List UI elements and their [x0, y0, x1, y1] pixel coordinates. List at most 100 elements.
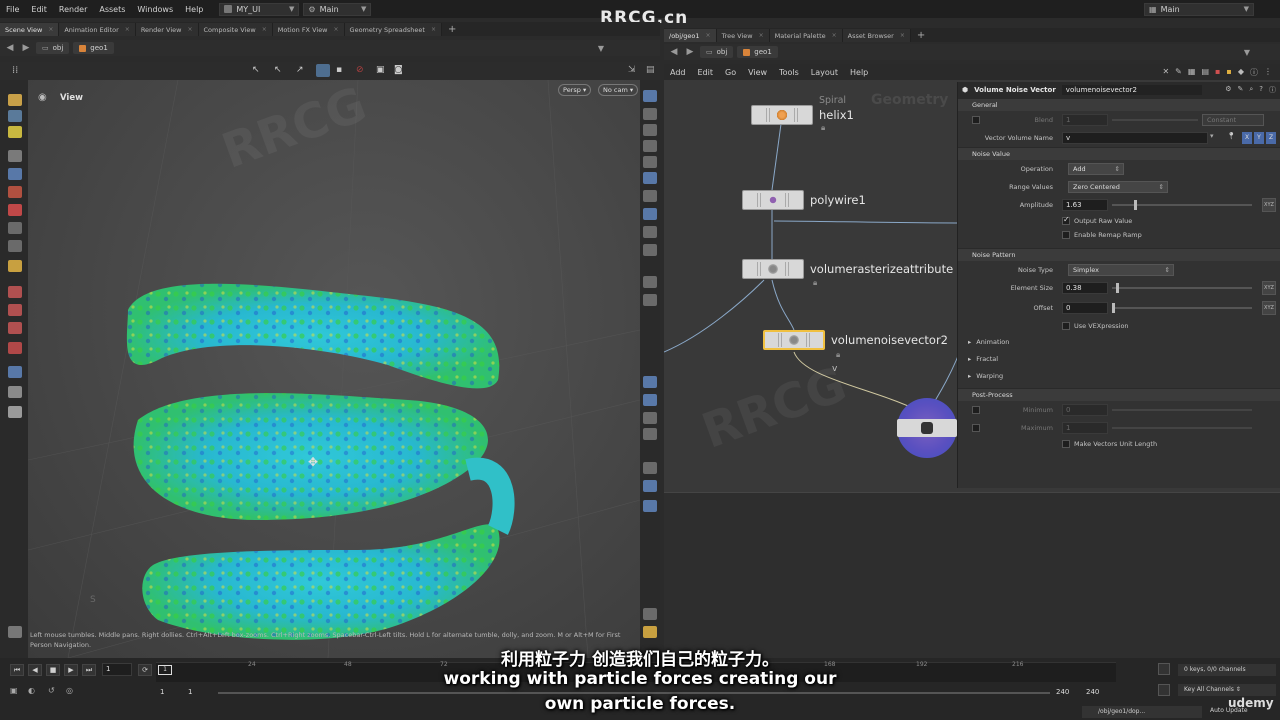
- info-icon[interactable]: ⓘ: [1269, 85, 1276, 95]
- safe-area-icon[interactable]: [643, 428, 657, 440]
- tab-material-palette[interactable]: Material Palette ×: [769, 29, 843, 42]
- channel-button[interactable]: XYZ: [1262, 281, 1276, 295]
- x-button[interactable]: X: [1242, 132, 1252, 144]
- breadcrumb-obj[interactable]: ▭ obj: [700, 46, 734, 58]
- select-mode-icon[interactable]: [316, 64, 330, 77]
- magnet-icon[interactable]: [8, 342, 22, 354]
- pivot-handle-icon[interactable]: ✥: [308, 455, 318, 469]
- use-vexpression-checkbox[interactable]: [1062, 322, 1070, 330]
- channel-button[interactable]: XYZ: [1262, 198, 1276, 212]
- range-values-dropdown[interactable]: Zero Centered ⇕: [1068, 181, 1168, 193]
- close-icon[interactable]: ×: [431, 26, 436, 33]
- desktop-dropdown[interactable]: MY_UI ▼: [219, 2, 300, 16]
- forward-arrow-icon[interactable]: ▶: [20, 43, 32, 53]
- y-button[interactable]: Y: [1254, 132, 1264, 144]
- pen-icon[interactable]: ✎: [1175, 67, 1182, 78]
- pick-arrow-icon[interactable]: ↖: [274, 65, 282, 75]
- right-context-dropdown[interactable]: ▦ Main ▼: [1144, 2, 1254, 16]
- close-icon[interactable]: ×: [759, 32, 764, 39]
- grid-display-icon[interactable]: [643, 394, 657, 406]
- list-view-icon[interactable]: ▤: [1201, 67, 1209, 78]
- menu-render[interactable]: Render: [53, 5, 93, 14]
- view-icon[interactable]: ◉: [38, 92, 47, 103]
- uv-icon[interactable]: [643, 294, 657, 306]
- menu-help[interactable]: Help: [179, 5, 209, 14]
- node-polywire1[interactable]: polywire1: [742, 190, 866, 210]
- scene-viewport[interactable]: ✥ S ◉ View Persp ▾ No cam ▾: [28, 80, 640, 658]
- select-tool-icon[interactable]: [8, 94, 22, 106]
- snap-grid-icon[interactable]: [8, 304, 22, 316]
- back-arrow-icon[interactable]: ◀: [668, 47, 680, 57]
- offset-slider-knob[interactable]: [1112, 303, 1115, 313]
- camera-icon[interactable]: ◙: [394, 65, 403, 75]
- chevron-down-icon[interactable]: ▼: [1244, 48, 1250, 57]
- frame-icon[interactable]: [643, 412, 657, 424]
- points-icon[interactable]: [643, 172, 657, 184]
- help-icon[interactable]: ?: [1259, 85, 1263, 95]
- operation-dropdown[interactable]: Add ⇕: [1068, 163, 1124, 175]
- menu-edit[interactable]: Edit: [25, 5, 53, 14]
- close-icon[interactable]: ×: [48, 26, 53, 33]
- amplitude-slider[interactable]: [1112, 204, 1252, 206]
- close-icon[interactable]: ×: [900, 32, 905, 39]
- snapshot-icon[interactable]: [643, 480, 657, 492]
- pointer-tool-icon[interactable]: [8, 150, 22, 162]
- visibility-icon[interactable]: [8, 386, 22, 398]
- close-icon[interactable]: ×: [187, 26, 192, 33]
- move-tool-icon[interactable]: [8, 126, 22, 138]
- pen-icon[interactable]: ✎: [1237, 85, 1243, 95]
- palette-icon[interactable]: ▪: [1215, 67, 1220, 78]
- z-button[interactable]: Z: [1266, 132, 1276, 144]
- network-lower-area[interactable]: [664, 492, 1280, 658]
- context-dropdown[interactable]: ⚙ Main ▼: [303, 2, 372, 16]
- node-volumenoisevector2[interactable]: volumenoisevector2: [763, 330, 948, 350]
- info-icon[interactable]: ⓘ: [1250, 67, 1258, 78]
- net-menu-layout[interactable]: Layout: [805, 68, 844, 77]
- template-icon[interactable]: [643, 208, 657, 220]
- dot-icon[interactable]: [643, 276, 657, 288]
- close-icon[interactable]: ×: [832, 32, 837, 39]
- select-arrow-icon[interactable]: ↖: [252, 65, 260, 75]
- search-icon[interactable]: ⌕: [1249, 85, 1253, 95]
- gear-icon[interactable]: ⚙: [1225, 85, 1231, 95]
- pin-icon[interactable]: [643, 500, 657, 512]
- node-body[interactable]: [751, 105, 813, 125]
- viewport-layout-icon[interactable]: [8, 366, 22, 378]
- display-mode-icon[interactable]: [643, 90, 657, 102]
- persp-menu[interactable]: Persp ▾: [558, 84, 592, 96]
- net-menu-go[interactable]: Go: [719, 68, 742, 77]
- chevron-down-icon[interactable]: ▼: [598, 44, 604, 53]
- breadcrumb-geo1[interactable]: geo1: [737, 46, 778, 58]
- net-menu-edit[interactable]: Edit: [692, 68, 720, 77]
- tab-network-geo1[interactable]: /obj/geo1 ×: [664, 29, 717, 42]
- brush-tool-icon[interactable]: [8, 222, 22, 234]
- info-icon[interactable]: [643, 608, 657, 620]
- node-body-selected[interactable]: [763, 330, 825, 350]
- grid-view-icon[interactable]: ▦: [1188, 67, 1196, 78]
- snap-tool-icon[interactable]: [8, 286, 22, 298]
- close-icon[interactable]: ×: [262, 26, 267, 33]
- vector-volume-name-field[interactable]: v: [1062, 132, 1208, 144]
- grid-menu-icon[interactable]: ⁞⁞: [12, 65, 18, 76]
- tool-settings-icon[interactable]: [8, 626, 22, 638]
- rotate-tool-icon[interactable]: [8, 186, 22, 198]
- normals-icon[interactable]: [643, 190, 657, 202]
- handle-icon[interactable]: ⇲: [628, 65, 636, 75]
- output-raw-value-checkbox[interactable]: [1062, 215, 1070, 225]
- tab-geometry-spreadsheet[interactable]: Geometry Spreadsheet ×: [344, 23, 442, 36]
- minimum-field[interactable]: 0: [1062, 404, 1108, 416]
- blend-slider[interactable]: [1112, 119, 1198, 121]
- offset-slider[interactable]: [1112, 307, 1252, 309]
- minimum-slider[interactable]: [1112, 409, 1252, 411]
- light-icon[interactable]: [643, 156, 657, 168]
- wrench-icon[interactable]: ✕: [1162, 67, 1169, 78]
- close-icon[interactable]: ×: [706, 32, 711, 39]
- no-entry-icon[interactable]: ⊘: [356, 65, 364, 75]
- amplitude-slider-knob[interactable]: [1134, 200, 1137, 210]
- maximum-field[interactable]: 1: [1062, 422, 1108, 434]
- net-menu-tools[interactable]: Tools: [773, 68, 805, 77]
- snap-curve-icon[interactable]: [8, 322, 22, 334]
- tab-composite-view[interactable]: Composite View ×: [198, 23, 273, 36]
- primitives-icon[interactable]: [643, 226, 657, 238]
- blend-mode-dropdown[interactable]: Constant: [1202, 114, 1264, 126]
